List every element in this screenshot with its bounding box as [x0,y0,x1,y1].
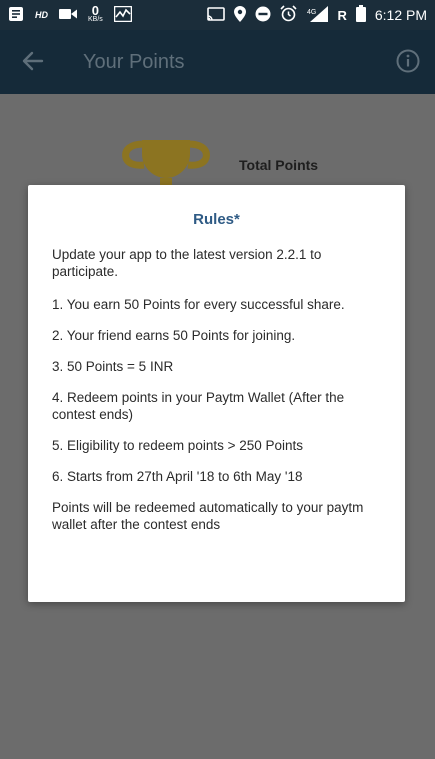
roaming-indicator: R [337,7,347,23]
info-icon[interactable] [396,49,420,73]
video-camera-icon [59,8,77,23]
status-bar-right: 4G R 6:12 PM [207,5,427,25]
clock-time: 6:12 PM [374,7,427,23]
status-bar-left: HD 0 KB/s [8,3,133,25]
rule-item: 3. 50 Points = 5 INR [52,359,174,374]
notes-icon [8,6,24,25]
signal-4g-icon: 4G [306,5,329,25]
rules-dialog: Rules* Update your app to the latest ver… [28,185,405,602]
network-speed: 0 KB/s [88,3,103,24]
dialog-title: Rules* [193,211,240,228]
total-points-label: Total Points [239,157,319,173]
network-speed-value: 0 [91,3,100,18]
hd-indicator: HD [35,10,48,20]
status-bar: HD 0 KB/s 4G R 6:12 PM [0,0,435,30]
rule-item: 5. Eligibility to redeem points > 250 Po… [52,438,304,453]
alarm-icon [280,5,298,25]
page-title: Your Points [83,51,185,73]
network-type: 4G [307,9,316,16]
update-notice-text: Update your app to the latest version 2.… [52,247,322,279]
rule-item: 6. Starts from 27th April '18 to 6th May… [52,469,303,484]
back-arrow-icon[interactable] [20,48,46,74]
rule-item: 1. You earn 50 Points for every successf… [52,297,345,312]
battery-icon [355,5,366,25]
location-icon [234,5,247,25]
activity-monitor-icon [113,5,133,25]
app-bar: Your Points [0,30,435,94]
do-not-disturb-icon [255,6,271,25]
redemption-note-text: Points will be redeemed automatically to… [52,500,364,532]
network-speed-unit: KB/s [88,16,103,23]
rule-item: 4. Redeem points in your Paytm Wallet (A… [52,390,345,422]
rule-item: 2. Your friend earns 50 Points for joini… [52,328,296,343]
cast-icon [207,6,226,24]
